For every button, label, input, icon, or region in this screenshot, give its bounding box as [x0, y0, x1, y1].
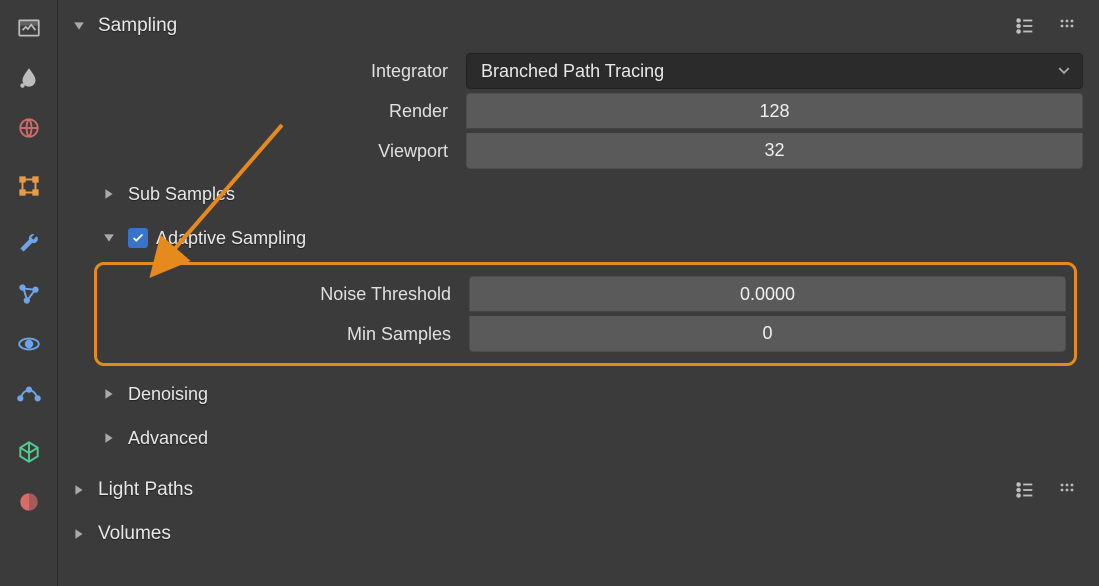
noise-threshold-label: Noise Threshold	[97, 284, 469, 305]
chevron-down-icon	[70, 17, 88, 35]
integrator-label: Integrator	[66, 61, 466, 82]
drag-handle-icon[interactable]	[1055, 14, 1079, 38]
noise-threshold-field[interactable]: 0.0000	[469, 276, 1066, 312]
chevron-right-icon	[70, 481, 88, 499]
denoising-title: Denoising	[128, 384, 208, 405]
chevron-down-icon	[1058, 61, 1070, 82]
trajectory-tab[interactable]	[5, 370, 53, 418]
adaptive-sampling-checkbox[interactable]	[128, 228, 148, 248]
water-tab[interactable]	[5, 54, 53, 102]
adaptive-sampling-title: Adaptive Sampling	[156, 228, 306, 249]
light-paths-header[interactable]: Light Paths	[62, 468, 1087, 512]
chevron-right-icon	[100, 385, 118, 403]
object-tab[interactable]	[5, 162, 53, 210]
subsamples-title: Sub Samples	[128, 184, 235, 205]
min-samples-field[interactable]: 0	[469, 316, 1066, 352]
output-tab[interactable]	[5, 4, 53, 52]
list-icon[interactable]	[1013, 478, 1037, 502]
chevron-right-icon	[100, 429, 118, 447]
viewport-label: Viewport	[66, 141, 466, 162]
graph-tab[interactable]	[5, 270, 53, 318]
subsamples-header[interactable]: Sub Samples	[66, 172, 1083, 216]
denoising-header[interactable]: Denoising	[66, 372, 1083, 416]
wrench-tab[interactable]	[5, 220, 53, 268]
volumes-title: Volumes	[98, 523, 171, 545]
render-samples-field[interactable]: 128	[466, 93, 1083, 129]
chevron-right-icon	[100, 185, 118, 203]
sampling-header[interactable]: Sampling	[62, 4, 1087, 48]
mesh-tab[interactable]	[5, 428, 53, 476]
render-label: Render	[66, 101, 466, 122]
advanced-header[interactable]: Advanced	[66, 416, 1083, 460]
drag-handle-icon[interactable]	[1055, 478, 1079, 502]
list-icon[interactable]	[1013, 14, 1037, 38]
properties-main: Sampling Integrator Branched Path Tracin…	[58, 0, 1099, 586]
world-tab[interactable]	[5, 104, 53, 152]
advanced-title: Advanced	[128, 428, 208, 449]
volumes-header[interactable]: Volumes	[62, 512, 1087, 556]
properties-sidebar	[0, 0, 58, 586]
sampling-title: Sampling	[98, 15, 177, 37]
chevron-right-icon	[70, 525, 88, 543]
integrator-select[interactable]: Branched Path Tracing	[466, 53, 1083, 89]
light-paths-title: Light Paths	[98, 479, 193, 501]
adaptive-sampling-header[interactable]: Adaptive Sampling	[66, 216, 1083, 260]
integrator-value: Branched Path Tracing	[481, 61, 664, 82]
chevron-down-icon	[100, 229, 118, 247]
min-samples-label: Min Samples	[97, 324, 469, 345]
material-tab[interactable]	[5, 478, 53, 526]
highlighted-adaptive-box: Noise Threshold 0.0000 Min Samples 0	[94, 262, 1077, 366]
viewport-samples-field[interactable]: 32	[466, 133, 1083, 169]
orbit-tab[interactable]	[5, 320, 53, 368]
